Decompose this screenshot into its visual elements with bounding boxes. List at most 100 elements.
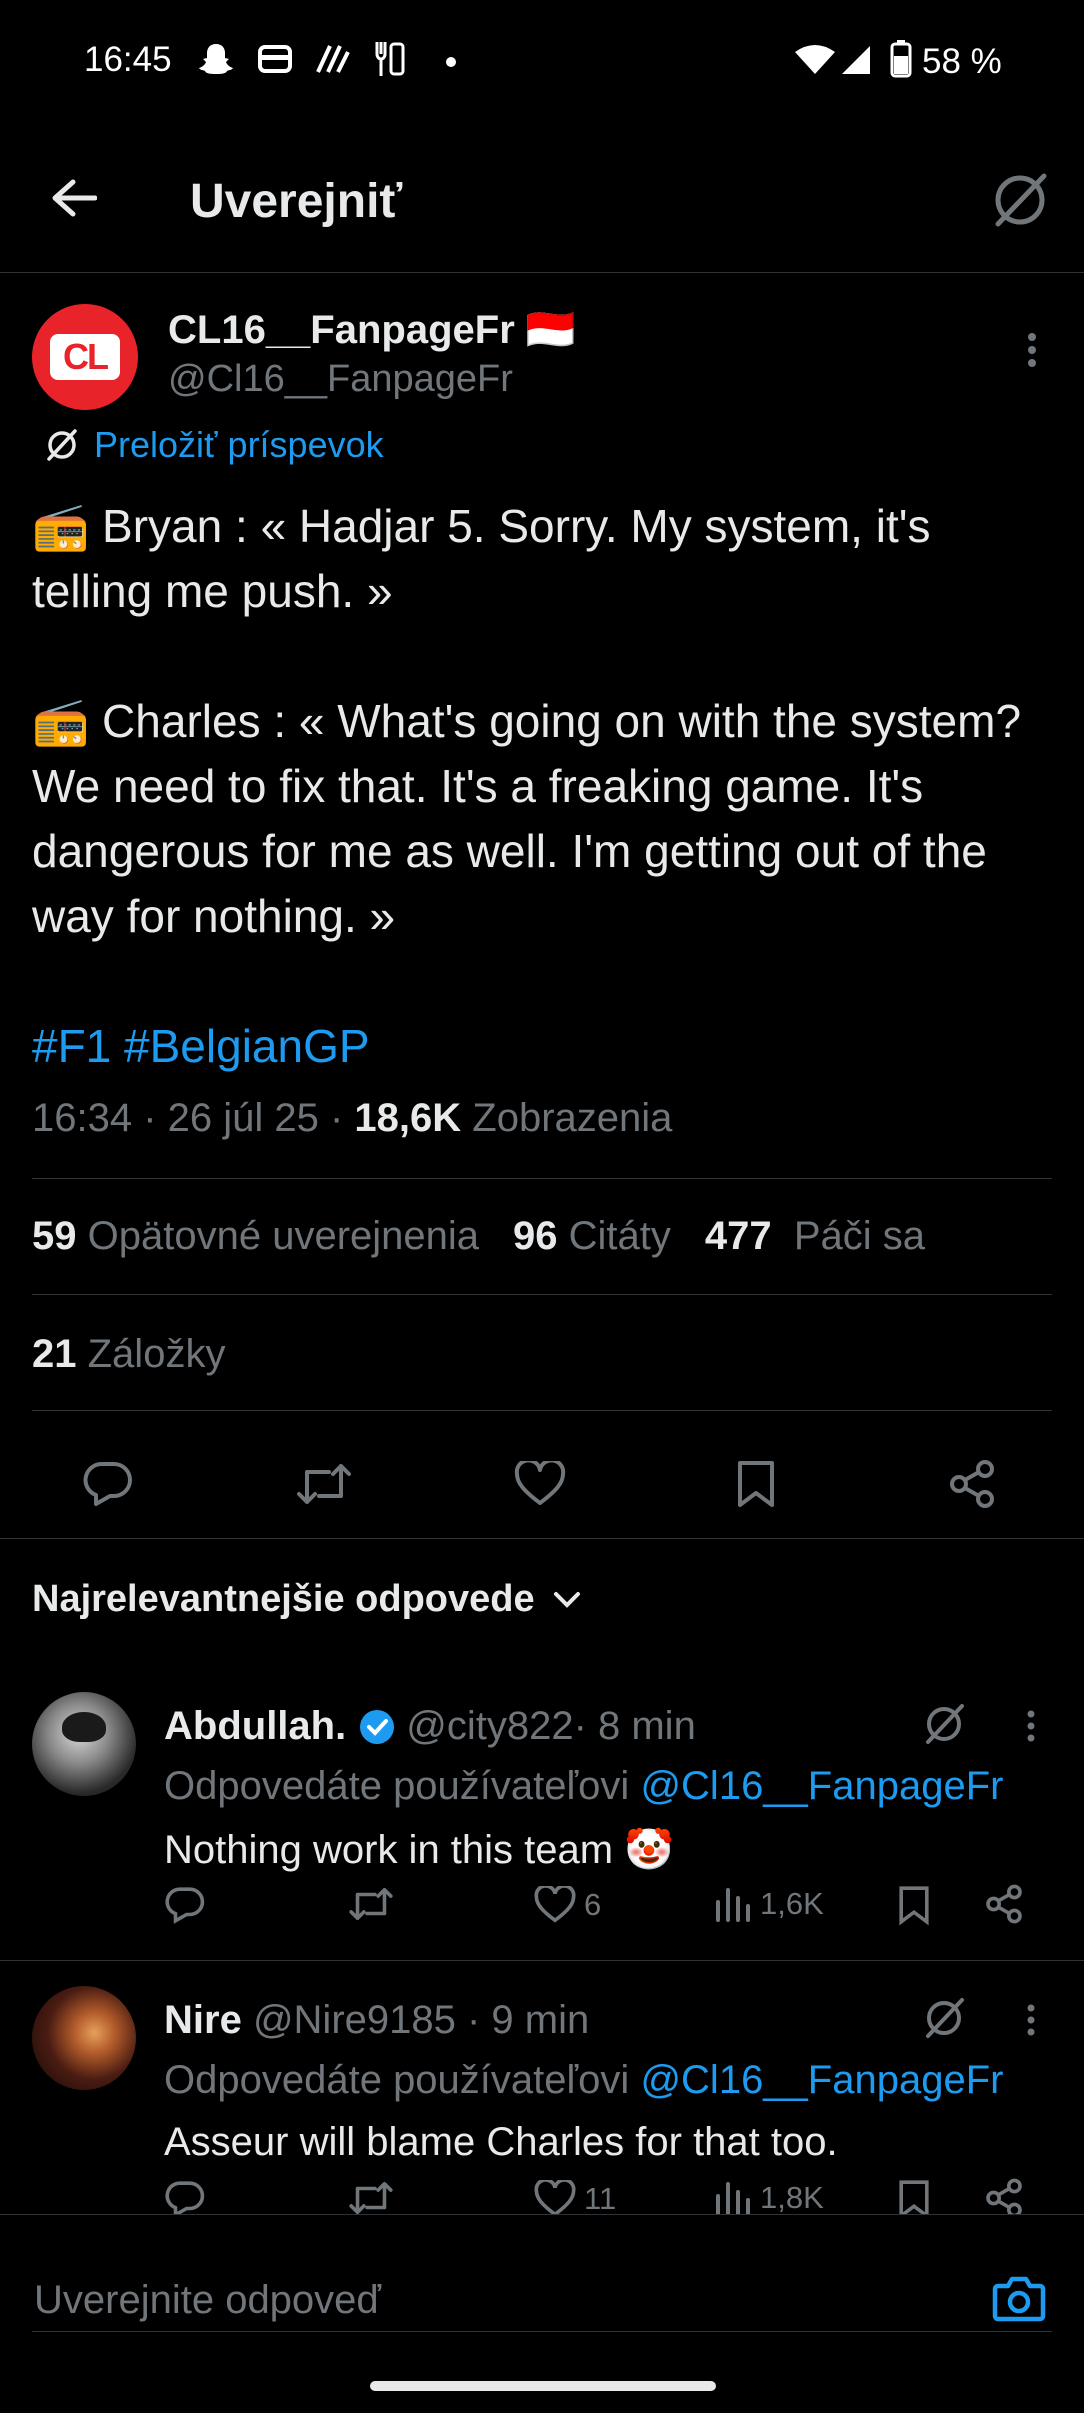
views-label: Zobrazenia — [461, 1096, 673, 1140]
replying-to-link[interactable]: @Cl16__FanpageFr — [640, 2058, 1003, 2102]
stats-divider — [32, 1294, 1052, 1295]
reply-replying-to: Odpovedáte používateľovi @Cl16__FanpageF… — [164, 1764, 1004, 1808]
translate-off-icon — [926, 1998, 964, 2038]
repost-button[interactable] — [286, 1446, 362, 1522]
translate-icon — [47, 429, 77, 461]
bookmark-button[interactable] — [718, 1446, 794, 1522]
header-divider — [0, 272, 1084, 273]
reply-header: Nire @Nire9185 · 9 min — [164, 1998, 589, 2043]
chevron-down-icon — [553, 1591, 580, 1608]
author-flag: 🇮🇩 — [525, 308, 576, 352]
post-text: 📻 Bryan : « Hadjar 5. Sorry. My system, … — [32, 494, 1052, 1079]
stripes-icon — [314, 44, 350, 74]
reply-item[interactable]: Abdullah. @city822 · 8 min Odpovedáte po… — [0, 1680, 1084, 1960]
reply-author-handle[interactable]: @Nire9185 — [253, 1998, 456, 2042]
battery-icon — [890, 40, 912, 78]
home-indicator[interactable] — [370, 2381, 716, 2391]
reply-header: Abdullah. @city822 · 8 min — [164, 1704, 696, 1749]
reply-time: · 8 min — [573, 1704, 696, 1748]
reply-share-button[interactable] — [984, 1884, 1024, 1924]
translate-post-link[interactable]: Preložiť príspevok — [44, 424, 384, 466]
analytics-icon — [716, 1888, 750, 1922]
author-display-name[interactable]: CL16__FanpageFr — [168, 308, 515, 352]
replies-sort-label: Najrelevantnejšie odpovede — [32, 1578, 535, 1620]
stats-row: 59 Opätovné uverejnenia 96 Citáty 477 Pá… — [32, 1214, 925, 1259]
views-count[interactable]: 18,6K — [354, 1096, 461, 1140]
translate-toggle-button[interactable] — [984, 164, 1056, 236]
translate-post-label[interactable]: Preložiť príspevok — [94, 424, 384, 466]
reply-like-button[interactable]: 11 — [534, 2180, 616, 2214]
reply-author-name[interactable]: Abdullah. — [164, 1704, 346, 1749]
reply-author-handle[interactable]: @city822 — [406, 1704, 573, 1749]
post-paragraph: 📻 Bryan : « Hadjar 5. Sorry. My system, … — [32, 500, 931, 617]
reply-views-button[interactable]: 1,6K — [714, 1886, 824, 1922]
reply-avatar[interactable] — [32, 1986, 136, 2090]
reply-share-button[interactable] — [984, 2178, 1024, 2214]
reposts-stat[interactable]: 59 Opätovné uverejnenia — [32, 1214, 479, 1259]
reply-like-count: 11 — [584, 2181, 617, 2214]
reply-reply-button[interactable] — [164, 1886, 206, 1924]
reply-views-button[interactable]: 1,8K — [714, 2180, 824, 2214]
status-bar: 16:45 58 % — [0, 0, 1084, 120]
post-hashtags[interactable]: #F1 #BelgianGP — [32, 1014, 1052, 1079]
quotes-stat[interactable]: 96 Citáty — [513, 1214, 671, 1259]
reply-translate-button[interactable] — [916, 1696, 972, 1752]
translate-off-icon — [995, 173, 1047, 227]
share-icon — [986, 2178, 1022, 2214]
more-vertical-icon — [1028, 333, 1036, 367]
arrow-left-icon — [52, 179, 97, 217]
reply-icon — [165, 1887, 205, 1924]
reply-avatar[interactable] — [32, 1692, 136, 1796]
heart-icon — [534, 1886, 576, 1923]
share-icon — [986, 1884, 1022, 1924]
bookmarks-stat[interactable]: 21 Záložky — [32, 1332, 225, 1377]
compose-bar — [0, 2214, 1084, 2413]
reply-button[interactable] — [70, 1446, 146, 1522]
like-button[interactable] — [502, 1446, 578, 1522]
notification-dot-icon — [446, 57, 456, 67]
author-handle[interactable]: @Cl16__FanpageFr — [168, 358, 513, 401]
author-name-row[interactable]: CL16__FanpageFr 🇮🇩 — [168, 306, 576, 353]
reply-bookmark-button[interactable] — [898, 1884, 930, 1926]
reply-more-button[interactable] — [1014, 1994, 1048, 2046]
share-button[interactable] — [934, 1446, 1010, 1522]
repost-icon — [297, 1464, 351, 1504]
reply-reply-button[interactable] — [164, 2180, 206, 2214]
heart-icon — [534, 2180, 576, 2214]
more-vertical-icon — [1027, 1710, 1035, 1742]
restaurant-icon — [372, 40, 406, 78]
reply-like-button[interactable]: 6 — [534, 1886, 601, 1924]
post-timestamp: 16:34 · 26 júl 25 · — [32, 1096, 355, 1140]
reply-input[interactable] — [32, 2267, 936, 2333]
post-more-button[interactable] — [1010, 320, 1054, 380]
verified-badge-icon — [360, 1709, 395, 1744]
replies-sort-dropdown[interactable]: Najrelevantnejšie odpovede — [32, 1578, 581, 1621]
heart-icon — [514, 1461, 566, 1505]
stats-divider — [32, 1410, 1052, 1411]
snapchat-icon — [198, 42, 234, 76]
compose-underline — [32, 2331, 1052, 2332]
replying-to-link[interactable]: @Cl16__FanpageFr — [640, 1764, 1003, 1808]
camera-button[interactable] — [984, 2265, 1054, 2331]
bookmark-icon — [899, 1886, 929, 1926]
reply-repost-button[interactable] — [348, 1886, 394, 1922]
reply-time: · 9 min — [455, 1998, 590, 2042]
reply-more-button[interactable] — [1014, 1700, 1048, 1752]
author-avatar[interactable]: CL — [32, 304, 138, 410]
back-button[interactable] — [40, 164, 108, 232]
reply-repost-button[interactable] — [348, 2180, 394, 2214]
likes-stat[interactable]: 477 Páči sa — [705, 1214, 925, 1259]
reply-like-count: 6 — [584, 1887, 602, 1922]
reply-author-name[interactable]: Nire — [164, 1998, 242, 2042]
translate-off-icon — [926, 1704, 964, 1744]
reply-translate-button[interactable] — [916, 1990, 972, 2046]
reply-divider — [0, 1960, 1084, 1961]
repost-icon — [349, 1887, 393, 1921]
reply-replying-to: Odpovedáte používateľovi @Cl16__FanpageF… — [164, 2058, 1004, 2102]
reply-bookmark-button[interactable] — [898, 2178, 930, 2214]
bookmark-icon — [899, 2180, 929, 2214]
reply-text: Asseur will blame Charles for that too. — [164, 2120, 838, 2164]
reply-item[interactable]: Nire @Nire9185 · 9 min Odpovedáte použív… — [0, 1974, 1084, 2214]
stats-divider — [32, 1178, 1052, 1179]
wifi-icon — [795, 44, 835, 76]
